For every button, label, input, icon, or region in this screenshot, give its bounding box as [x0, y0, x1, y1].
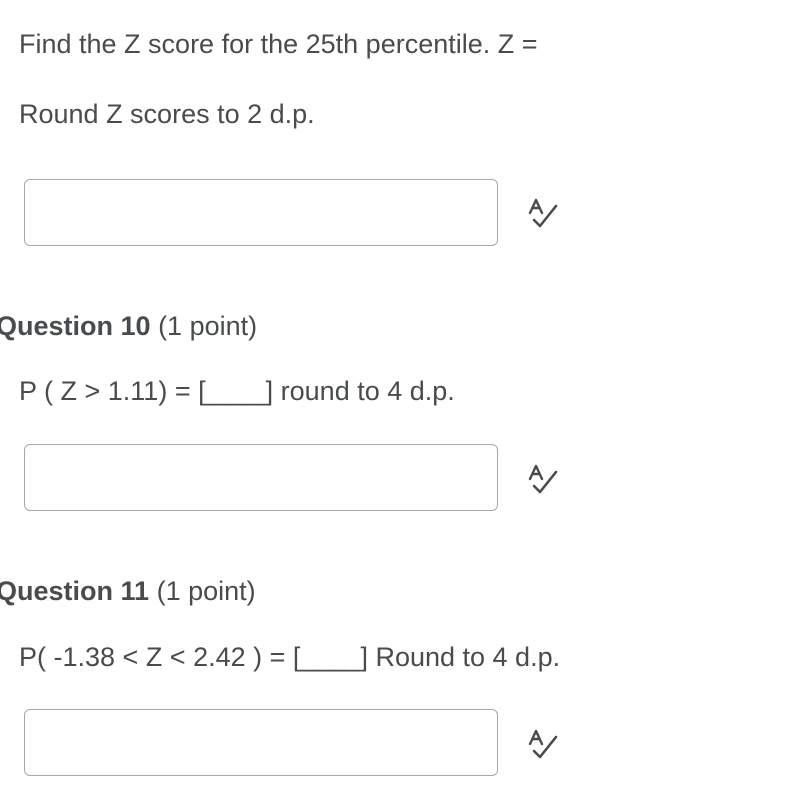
- question-10-heading: Question 10 (1 point): [0, 309, 257, 343]
- question-11-prompt: P( -1.38 < Z < 2.42 ) = [____] Round to …: [19, 642, 561, 672]
- question-9-instruction: Round Z scores to 2 d.p.: [19, 99, 315, 129]
- question-11-title: Question 11: [0, 576, 150, 606]
- question-10-title: Question 10: [0, 311, 151, 341]
- spellcheck-icon[interactable]: [525, 196, 561, 232]
- spellcheck-icon[interactable]: [525, 462, 561, 498]
- question-11-heading: Question 11 (1 point): [0, 574, 256, 608]
- question-11-points: (1 point): [156, 576, 256, 606]
- question-9-prompt: Find the Z score for the 25th percentile…: [19, 29, 538, 59]
- question-10-points: (1 point): [158, 311, 258, 341]
- question-10-prompt: P ( Z > 1.11) = [____] round to 4 d.p.: [19, 376, 455, 406]
- question-9-answer-input[interactable]: [24, 179, 498, 246]
- question-10-answer-input[interactable]: [24, 444, 498, 511]
- question-11-answer-input[interactable]: [24, 709, 498, 776]
- spellcheck-icon[interactable]: [525, 727, 561, 763]
